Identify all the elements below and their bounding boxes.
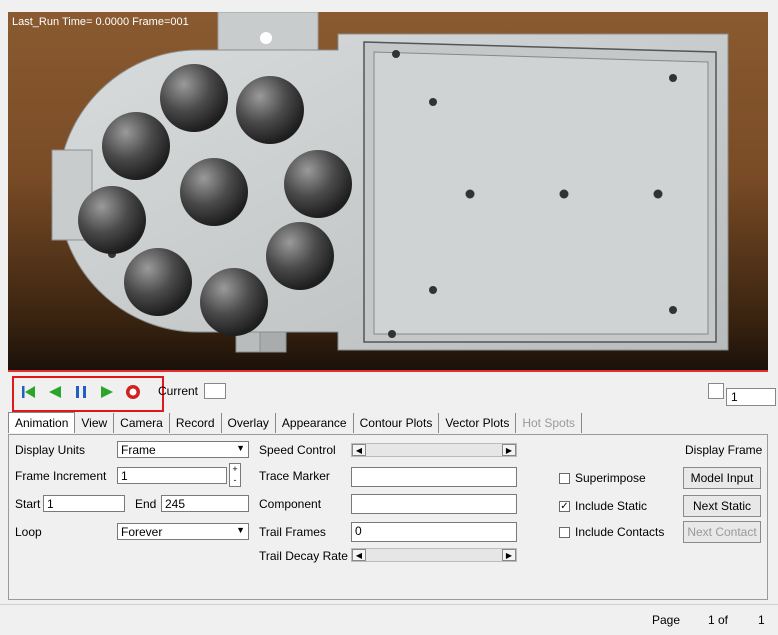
3d-viewport[interactable]: Last_Run Time= 0.0000 Frame=001 — [8, 12, 768, 372]
tab-bar: Animation View Camera Record Overlay Appearan… — [8, 412, 583, 434]
tab-contour-plots[interactable]: Contour Plots — [354, 413, 440, 433]
rewind-to-start-icon[interactable] — [20, 383, 38, 401]
start-input[interactable]: 1 — [43, 495, 125, 512]
display-frame-label: Display Frame — [685, 443, 763, 457]
tab-record[interactable]: Record — [170, 413, 222, 433]
current-label: Current — [158, 384, 199, 398]
trail-decay-slider[interactable]: ◀ ▶ — [351, 548, 517, 562]
superimpose-label: Superimpose — [575, 471, 646, 485]
end-label: End — [135, 497, 157, 511]
current-scroll-left[interactable] — [204, 383, 226, 399]
viewport-border — [8, 370, 768, 372]
speed-left-arrow[interactable]: ◀ — [352, 444, 366, 456]
tab-view[interactable]: View — [75, 413, 115, 433]
frame-increment-label: Frame Increment — [15, 469, 107, 483]
frame-number-field[interactable]: 1 — [726, 388, 776, 406]
tab-hot-spots: Hot Spots — [516, 413, 583, 433]
play-backward-icon[interactable] — [46, 383, 64, 401]
component-input[interactable] — [351, 494, 517, 514]
loop-select[interactable]: Forever — [117, 523, 249, 540]
tab-overlay[interactable]: Overlay — [222, 413, 276, 433]
trail-decay-label: Trail Decay Rate — [259, 549, 348, 563]
page-value: 1 of — [708, 613, 729, 627]
include-static-label: Include Static — [575, 499, 648, 513]
animation-controls: Current 1 — [8, 374, 776, 412]
next-contact-button: Next Contact — [683, 521, 761, 543]
trace-marker-label: Trace Marker — [259, 469, 330, 483]
model-render — [51, 12, 729, 353]
trail-frames-input[interactable]: 0 — [351, 522, 517, 542]
page-label: Page — [652, 613, 681, 627]
status-bar: Page 1 of 1 — [0, 604, 778, 635]
tab-appearance[interactable]: Appearance — [276, 413, 354, 433]
speed-control-label: Speed Control — [259, 443, 336, 457]
pause-icon[interactable] — [72, 383, 90, 401]
loop-label: Loop — [15, 525, 42, 539]
frame-increment-input[interactable]: 1 — [117, 467, 227, 484]
tab-camera[interactable]: Camera — [114, 413, 170, 433]
include-static-checkbox[interactable]: ✓ — [559, 501, 570, 512]
trace-marker-input[interactable] — [351, 467, 517, 487]
include-contacts-checkbox[interactable] — [559, 527, 570, 538]
trail-frames-label: Trail Frames — [259, 525, 326, 539]
loop-value: Forever — [121, 525, 163, 539]
superimpose-checkbox[interactable] — [559, 473, 570, 484]
speed-control-slider[interactable]: ◀ ▶ — [351, 443, 517, 457]
decay-left-arrow[interactable]: ◀ — [352, 549, 366, 561]
display-units-value: Frame — [121, 443, 156, 457]
record-icon[interactable] — [124, 383, 142, 401]
decay-right-arrow[interactable]: ▶ — [502, 549, 516, 561]
frame-increment-spinner[interactable]: + - — [229, 463, 241, 487]
model-input-button[interactable]: Model Input — [683, 467, 761, 489]
component-label: Component — [259, 497, 322, 511]
animation-panel: Display Units Frame Frame Increment 1 +-… — [8, 434, 768, 600]
viewport-title: Last_Run Time= 0.0000 Frame=001 — [12, 16, 189, 28]
speed-right-arrow[interactable]: ▶ — [502, 444, 516, 456]
frame-scroll-right[interactable] — [708, 383, 724, 399]
tab-vector-plots[interactable]: Vector Plots — [439, 413, 517, 433]
next-static-button[interactable]: Next Static — [683, 495, 761, 517]
tab-animation[interactable]: Animation — [8, 412, 76, 433]
end-input[interactable]: 245 — [161, 495, 249, 512]
display-units-select[interactable]: Frame — [117, 441, 249, 458]
page-total: 1 — [758, 613, 765, 627]
display-units-label: Display Units — [15, 443, 86, 457]
include-contacts-label: Include Contacts — [575, 525, 665, 539]
play-forward-icon[interactable] — [98, 383, 116, 401]
start-label: Start — [15, 497, 41, 511]
